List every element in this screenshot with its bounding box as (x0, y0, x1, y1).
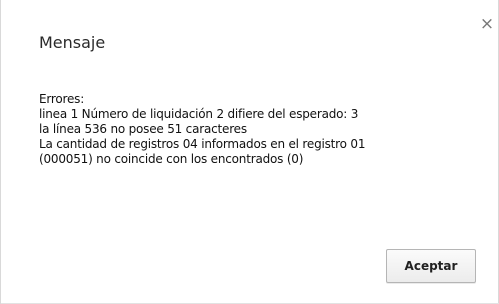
message-line: La cantidad de registros 04 informados e… (39, 137, 366, 151)
message-line: Errores: (39, 92, 85, 106)
dialog-message: Errores: linea 1 Número de liquidación 2… (39, 92, 479, 167)
message-line: linea 1 Número de liquidación 2 difiere … (39, 107, 359, 121)
message-line: (000051) no coincide con los encontrados… (39, 152, 304, 166)
message-line: la línea 536 no posee 51 caracteres (39, 122, 247, 136)
message-dialog: Mensaje × Errores: linea 1 Número de liq… (0, 0, 499, 304)
close-icon[interactable]: × (479, 16, 495, 33)
accept-button[interactable]: Aceptar (386, 249, 476, 283)
dialog-title: Mensaje (39, 33, 106, 52)
